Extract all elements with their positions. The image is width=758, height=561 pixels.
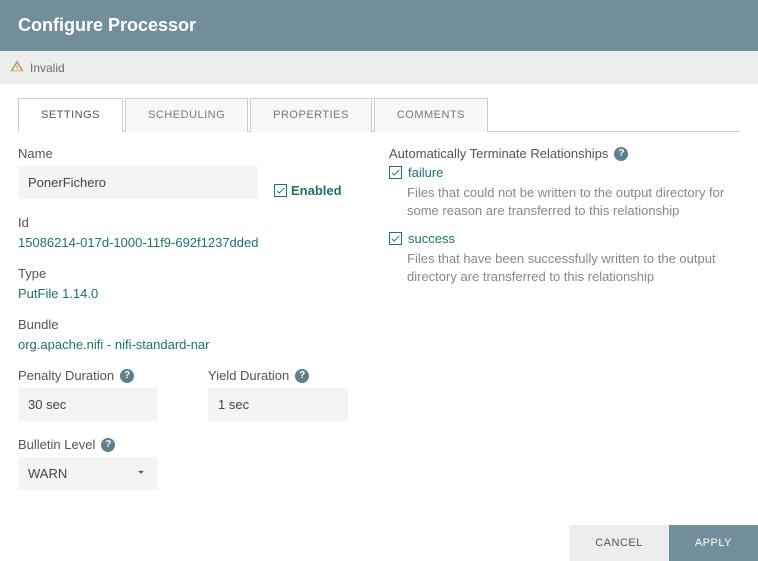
enabled-checkbox[interactable]	[274, 184, 287, 197]
chevron-down-icon	[134, 465, 148, 482]
relationship-success-desc: Files that have been successfully writte…	[407, 250, 740, 285]
relationship-success-label: success	[408, 231, 455, 246]
apply-button[interactable]: APPLY	[669, 525, 758, 561]
bulletin-select[interactable]: WARN	[18, 457, 158, 490]
relationship-success-checkbox[interactable]	[389, 232, 402, 245]
relationship-failure-desc: Files that could not be written to the o…	[407, 184, 740, 219]
type-label: Type	[18, 266, 369, 281]
help-icon[interactable]: ?	[101, 438, 115, 452]
bundle-label: Bundle	[18, 317, 369, 332]
dialog-footer: CANCEL APPLY	[569, 525, 758, 561]
tab-settings[interactable]: SETTINGS	[18, 98, 123, 132]
dialog-title: Configure Processor	[18, 15, 196, 35]
yield-input[interactable]	[208, 388, 348, 421]
warning-icon	[10, 59, 24, 76]
penalty-input[interactable]	[18, 388, 158, 421]
bulletin-label: Bulletin Level	[18, 437, 95, 452]
tab-bar: SETTINGS SCHEDULING PROPERTIES COMMENTS	[18, 98, 740, 132]
cancel-button[interactable]: CANCEL	[569, 525, 669, 561]
penalty-label: Penalty Duration	[18, 368, 114, 383]
tab-scheduling[interactable]: SCHEDULING	[125, 98, 248, 132]
help-icon[interactable]: ?	[614, 147, 628, 161]
tab-properties[interactable]: PROPERTIES	[250, 98, 372, 132]
status-bar: Invalid	[0, 51, 758, 84]
help-icon[interactable]: ?	[120, 369, 134, 383]
bulletin-value: WARN	[28, 466, 67, 481]
bundle-value: org.apache.nifi - nifi-standard-nar	[18, 337, 369, 352]
status-text: Invalid	[30, 61, 65, 75]
dialog-header: Configure Processor	[0, 0, 758, 51]
id-value: 15086214-017d-1000-11f9-692f1237dded	[18, 235, 369, 250]
id-label: Id	[18, 215, 369, 230]
name-input[interactable]	[18, 166, 258, 199]
tab-comments[interactable]: COMMENTS	[374, 98, 488, 132]
relationship-failure-label: failure	[408, 165, 443, 180]
relationship-failure-checkbox[interactable]	[389, 166, 402, 179]
relationships-header: Automatically Terminate Relationships	[389, 146, 608, 161]
enabled-label: Enabled	[291, 183, 342, 198]
type-value: PutFile 1.14.0	[18, 286, 369, 301]
help-icon[interactable]: ?	[295, 369, 309, 383]
yield-label: Yield Duration	[208, 368, 289, 383]
name-label: Name	[18, 146, 369, 161]
